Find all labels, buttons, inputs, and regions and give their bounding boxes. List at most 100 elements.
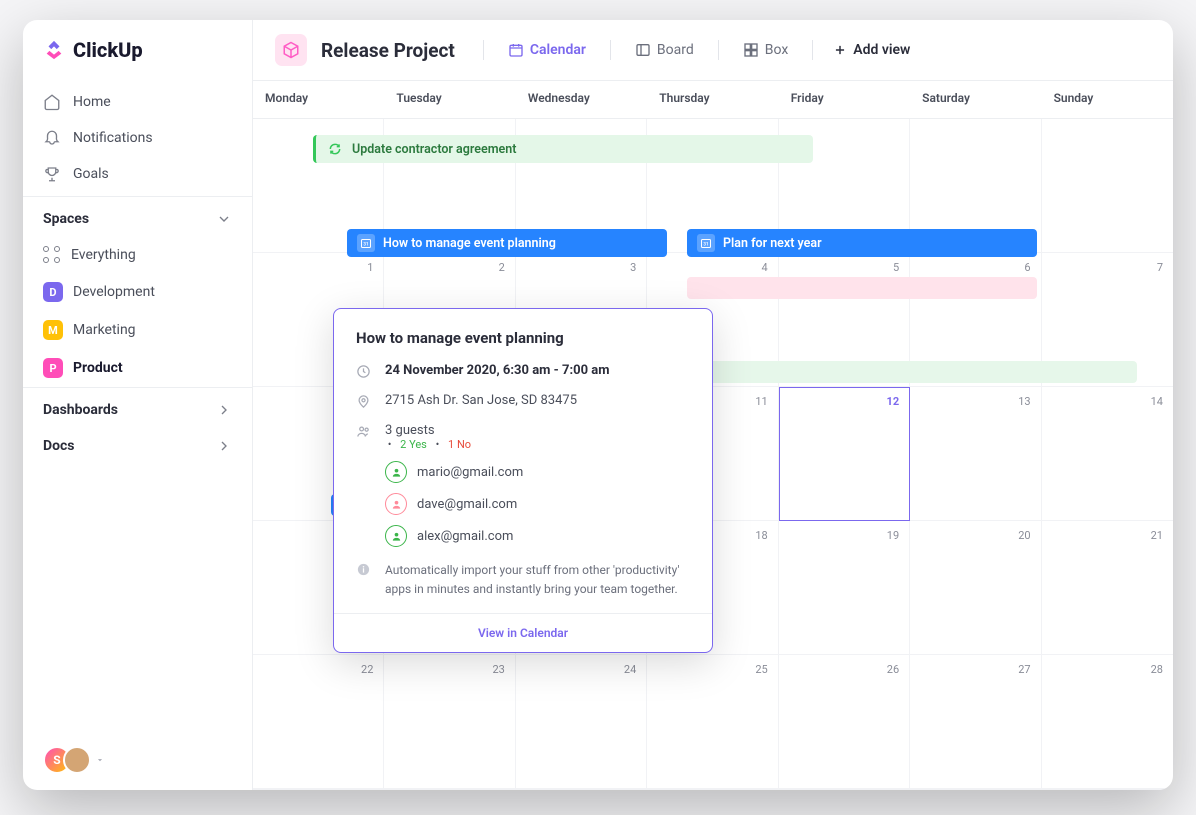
popover-guests-row: 3 guests • 2 Yes • 1 No bbox=[356, 423, 690, 451]
calendar-cell[interactable]: 28 bbox=[1042, 655, 1173, 789]
weekday-header: Wednesday bbox=[516, 81, 647, 119]
space-label: Development bbox=[73, 284, 155, 300]
day-number: 21 bbox=[1151, 529, 1163, 542]
bell-icon bbox=[43, 129, 61, 147]
calendar-cell[interactable] bbox=[1042, 119, 1173, 253]
event-label: Update contractor agreement bbox=[352, 142, 516, 157]
space-marketing[interactable]: M Marketing bbox=[23, 311, 252, 349]
popover-datetime-row: 24 November 2020, 6:30 am - 7:00 am bbox=[356, 363, 690, 379]
guest-avatar-icon bbox=[385, 525, 407, 547]
popover-title: How to manage event planning bbox=[356, 329, 690, 347]
calendar-cell[interactable]: 23 bbox=[384, 655, 515, 789]
calendar-icon bbox=[508, 42, 524, 58]
guest-email: mario@gmail.com bbox=[417, 465, 523, 480]
calendar-cell[interactable]: 27 bbox=[910, 655, 1041, 789]
space-everything[interactable]: Everything bbox=[23, 237, 252, 273]
nav-notifications[interactable]: Notifications bbox=[23, 120, 252, 156]
guest-row: dave@gmail.com bbox=[385, 493, 690, 515]
event-label: Plan for next year bbox=[723, 236, 822, 251]
tab-label: Box bbox=[765, 42, 789, 58]
event-label: How to manage event planning bbox=[383, 236, 556, 251]
day-number: 28 bbox=[1151, 663, 1163, 676]
chevron-right-icon bbox=[216, 438, 232, 454]
space-label: Product bbox=[73, 360, 123, 376]
guest-list: mario@gmail.com dave@gmail.com alex@gmai… bbox=[385, 461, 690, 547]
calendar-cell[interactable]: 13 bbox=[910, 387, 1041, 521]
day-number: 22 bbox=[361, 663, 373, 676]
day-number: 2 bbox=[499, 261, 505, 274]
recurring-icon bbox=[326, 140, 344, 158]
tab-box[interactable]: Box bbox=[739, 36, 793, 64]
grid-icon bbox=[743, 42, 759, 58]
calendar-cell[interactable]: 31 bbox=[516, 789, 647, 790]
calendar-cell[interactable]: 20 bbox=[910, 521, 1041, 655]
event-pink[interactable] bbox=[687, 277, 1037, 299]
spaces-header[interactable]: Spaces bbox=[23, 196, 252, 237]
separator bbox=[610, 40, 611, 60]
project-icon bbox=[275, 34, 307, 66]
calendar-cell[interactable]: 1 bbox=[647, 789, 778, 790]
plus-icon bbox=[833, 43, 847, 57]
popover-location-row: 2715 Ash Dr. San Jose, SD 83475 bbox=[356, 393, 690, 409]
space-badge: D bbox=[43, 282, 63, 302]
docs-header[interactable]: Docs bbox=[23, 428, 252, 464]
event-plan-next-year[interactable]: 31 Plan for next year bbox=[687, 229, 1037, 257]
logo[interactable]: ClickUp bbox=[23, 20, 252, 80]
calendar-cell[interactable]: 30 bbox=[384, 789, 515, 790]
calendar-cell[interactable]: 2 bbox=[779, 789, 910, 790]
calendar-cell[interactable]: 29 bbox=[253, 789, 384, 790]
calendar-cell[interactable]: 3 bbox=[910, 789, 1041, 790]
tab-board[interactable]: Board bbox=[631, 36, 698, 64]
people-icon bbox=[356, 424, 371, 439]
calendar-cell[interactable]: 22 bbox=[253, 655, 384, 789]
grid-dots-icon bbox=[43, 246, 61, 264]
svg-text:31: 31 bbox=[363, 242, 368, 248]
view-in-calendar-link[interactable]: View in Calendar bbox=[334, 613, 712, 652]
guest-row: alex@gmail.com bbox=[385, 525, 690, 547]
separator bbox=[812, 40, 813, 60]
guest-email: alex@gmail.com bbox=[417, 529, 513, 544]
dashboards-header[interactable]: Dashboards bbox=[23, 387, 252, 428]
nav-home[interactable]: Home bbox=[23, 84, 252, 120]
board-icon bbox=[635, 42, 651, 58]
calendar-day-icon: 31 bbox=[697, 234, 715, 252]
calendar-cell[interactable]: 19 bbox=[779, 521, 910, 655]
calendar-cell[interactable]: 4 bbox=[1042, 789, 1173, 790]
day-number: 7 bbox=[1157, 261, 1163, 274]
calendar-cell[interactable]: 12 bbox=[779, 387, 910, 521]
trophy-icon bbox=[43, 165, 61, 183]
popover-desc-row: Automatically import your stuff from oth… bbox=[356, 561, 690, 599]
day-number: 19 bbox=[887, 529, 899, 542]
space-development[interactable]: D Development bbox=[23, 273, 252, 311]
pin-icon bbox=[356, 394, 371, 409]
day-number: 13 bbox=[1018, 395, 1030, 408]
day-number: 5 bbox=[893, 261, 899, 274]
calendar-cell[interactable]: 25 bbox=[647, 655, 778, 789]
calendar-cell[interactable]: 24 bbox=[516, 655, 647, 789]
space-everything-label: Everything bbox=[71, 247, 136, 263]
caret-down-icon bbox=[95, 755, 105, 765]
calendar-cell[interactable]: 14 bbox=[1042, 387, 1173, 521]
add-view-button[interactable]: Add view bbox=[833, 42, 910, 58]
calendar-cell[interactable]: 21 bbox=[1042, 521, 1173, 655]
dashboards-label: Dashboards bbox=[43, 402, 118, 418]
home-icon bbox=[43, 93, 61, 111]
guests-count: 3 guests bbox=[385, 423, 435, 438]
space-product[interactable]: P Product bbox=[23, 349, 252, 387]
day-number: 26 bbox=[887, 663, 899, 676]
chevron-down-icon bbox=[216, 211, 232, 227]
guest-row: mario@gmail.com bbox=[385, 461, 690, 483]
event-popover: How to manage event planning 24 November… bbox=[333, 308, 713, 653]
calendar-cell[interactable]: 26 bbox=[779, 655, 910, 789]
day-number: 14 bbox=[1151, 395, 1163, 408]
user-avatars[interactable]: S bbox=[23, 730, 252, 790]
day-number: 6 bbox=[1024, 261, 1030, 274]
event-manage-planning[interactable]: 31 How to manage event planning bbox=[347, 229, 667, 257]
project-title: Release Project bbox=[321, 39, 455, 62]
tab-calendar[interactable]: Calendar bbox=[504, 36, 590, 64]
popover-location: 2715 Ash Dr. San Jose, SD 83475 bbox=[385, 393, 577, 408]
day-number: 1 bbox=[367, 261, 373, 274]
event-update-contractor[interactable]: Update contractor agreement bbox=[313, 135, 813, 163]
nav-goals[interactable]: Goals bbox=[23, 156, 252, 192]
guests-yes: 2 Yes bbox=[400, 438, 427, 451]
